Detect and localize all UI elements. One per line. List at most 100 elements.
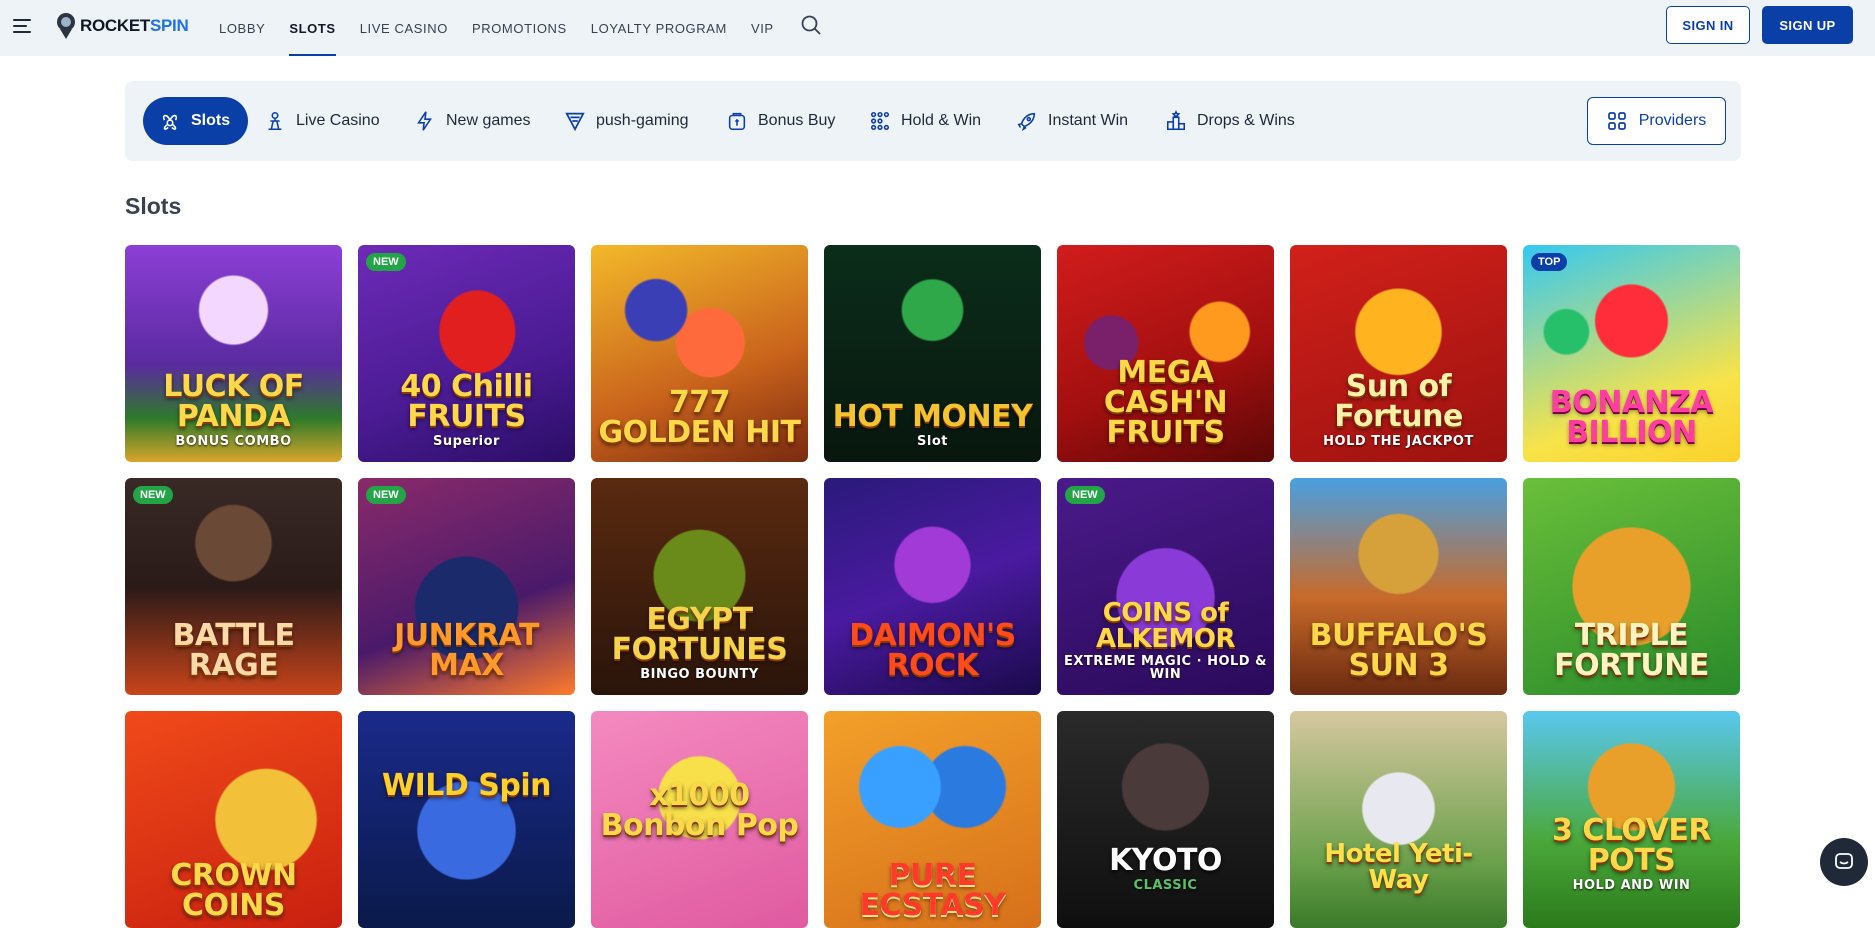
main-nav: Lobby Slots Live Casino Promotions Loyal… [219,0,798,56]
new-badge: NEW [133,486,173,504]
top-header: ROCKETSPIN Lobby Slots Live Casino Promo… [0,0,1875,56]
game-tile[interactable]: TOP BONANZA BILLION [1523,245,1740,462]
nav-lobby[interactable]: Lobby [219,0,265,56]
game-title: BONANZA BILLION [1549,385,1714,450]
menu-icon[interactable] [13,14,35,36]
game-subtitle: CLASSIC [1133,878,1198,893]
new-badge: NEW [366,253,406,271]
section-title: Slots [125,193,182,219]
game-artwork [1057,711,1274,928]
game-title: x1000 Bonbon Pop [600,778,799,843]
new-badge: NEW [1065,486,1105,504]
game-artwork [358,711,575,928]
game-tile[interactable]: NEW COINS of ALKEMOR EXTREME MAGIC · HOLD… [1057,478,1274,695]
game-title: HOT MONEY [832,399,1033,434]
category-label: Instant Win [1048,112,1129,129]
game-tile[interactable]: NEW JUNKRAT MAX [358,478,575,695]
game-tile[interactable]: LUCK OF PANDA BONUS COMBO [125,245,342,462]
game-title: 3 CLOVER POTS [1552,813,1711,878]
drops-wins-icon [1166,110,1186,131]
providers-button[interactable]: Providers [1587,97,1726,145]
providers-label: Providers [1638,112,1707,129]
sign-in-button[interactable]: SIGN IN [1666,6,1750,44]
game-tile[interactable]: HOT MONEY Slot [824,245,1041,462]
grid-icon [1607,112,1626,130]
category-label: Drops & Wins [1197,112,1295,129]
bonus-buy-icon [728,112,746,131]
nav-promotions[interactable]: Promotions [472,0,567,56]
game-title: COINS of ALKEMOR [1095,598,1236,654]
game-artwork [1290,711,1507,928]
nav-vip[interactable]: VIP [751,0,774,56]
game-tile[interactable]: NEW 40 Chilli FRUITS Superior [358,245,575,462]
game-tile[interactable]: 3 CLOVER POTS HOLD AND WIN [1523,711,1740,928]
push-gaming-icon [565,112,585,132]
new-badge: NEW [366,486,406,504]
game-subtitle: BONUS COMBO [175,434,292,449]
game-tile[interactable]: TRIPLE FORTUNE [1523,478,1740,695]
game-title: Sun of Fortune [1334,369,1463,434]
brand-logo[interactable]: ROCKETSPIN [55,10,189,42]
rocket-logo-icon [55,12,77,40]
game-title: PURE ECSTASY [859,858,1006,923]
game-tile[interactable]: KYOTO CLASSIC [1057,711,1274,928]
game-subtitle: Slot [917,434,948,449]
category-label: push-gaming [596,112,689,129]
brand-name-part1: ROCKET [80,16,150,35]
game-title: WILD Spin [382,768,551,803]
game-title: EGYPT FORTUNES [611,602,788,667]
game-tile[interactable]: MEGA CASH'N FRUITS [1057,245,1274,462]
live-casino-icon [268,111,282,131]
category-push-gaming[interactable]: push-gaming [564,97,689,145]
game-tile[interactable]: WILD Spin [358,711,575,928]
category-live-casino[interactable]: Live Casino [264,97,380,145]
game-tile[interactable]: NEW BATTLE RAGE [125,478,342,695]
nav-slots[interactable]: Slots [289,0,337,56]
rocket-icon [1017,112,1036,132]
category-label: Live Casino [296,112,380,129]
game-subtitle: HOLD AND WIN [1572,878,1691,893]
brand-name-part2: SPIN [149,16,189,35]
category-label: Bonus Buy [758,112,836,129]
game-title: MEGA CASH'N FRUITS [1103,355,1228,450]
game-subtitle: Superior [433,434,500,449]
game-tile[interactable]: x1000 Bonbon Pop [591,711,808,928]
game-subtitle: BINGO BOUNTY [640,667,759,682]
lightning-icon [417,111,432,131]
live-chat-button[interactable] [1820,838,1868,886]
game-tile[interactable]: PURE ECSTASY [824,711,1041,928]
category-new-games[interactable]: New games [414,97,530,145]
category-label: Hold & Win [901,112,982,129]
game-title: Hotel Yeti-Way [1324,839,1473,895]
game-title: JUNKRAT MAX [394,618,539,683]
category-label: Slots [191,112,231,129]
top-badge: TOP [1531,253,1568,271]
chat-icon [1835,853,1853,869]
game-title: CROWN COINS [170,858,297,923]
game-title: TRIPLE FORTUNE [1554,618,1709,683]
game-subtitle: HOLD THE JACKPOT [1323,434,1474,449]
game-title: DAIMON'S ROCK [849,618,1016,683]
category-instant-win[interactable]: Instant Win [1016,97,1128,145]
game-title: BATTLE RAGE [172,618,295,683]
category-hold-win[interactable]: Hold & Win [869,97,981,145]
game-title: LUCK OF PANDA [163,369,304,434]
game-tile[interactable]: EGYPT FORTUNES BINGO BOUNTY [591,478,808,695]
category-drops-wins[interactable]: Drops & Wins [1165,97,1295,145]
game-tile[interactable]: Hotel Yeti-Way [1290,711,1507,928]
hold-win-icon [870,111,890,131]
game-title: 777 GOLDEN HIT [598,385,801,450]
search-icon[interactable] [799,13,823,37]
nav-loyalty-program[interactable]: Loyalty Program [591,0,727,56]
sign-up-button[interactable]: SIGN UP [1762,6,1853,44]
category-bonus-buy[interactable]: Bonus Buy [726,97,835,145]
game-title: 40 Chilli FRUITS [400,369,533,434]
category-slots[interactable]: Slots [143,97,249,145]
game-tile[interactable]: DAIMON'S ROCK [824,478,1041,695]
game-tile[interactable]: BUFFALO'S SUN 3 [1290,478,1507,695]
game-tile[interactable]: 777 GOLDEN HIT [591,245,808,462]
game-subtitle: EXTREME MAGIC · HOLD & WIN [1064,654,1267,682]
nav-live-casino[interactable]: Live Casino [360,0,448,56]
game-tile[interactable]: CROWN COINS [125,711,342,928]
game-tile[interactable]: Sun of Fortune HOLD THE JACKPOT [1290,245,1507,462]
